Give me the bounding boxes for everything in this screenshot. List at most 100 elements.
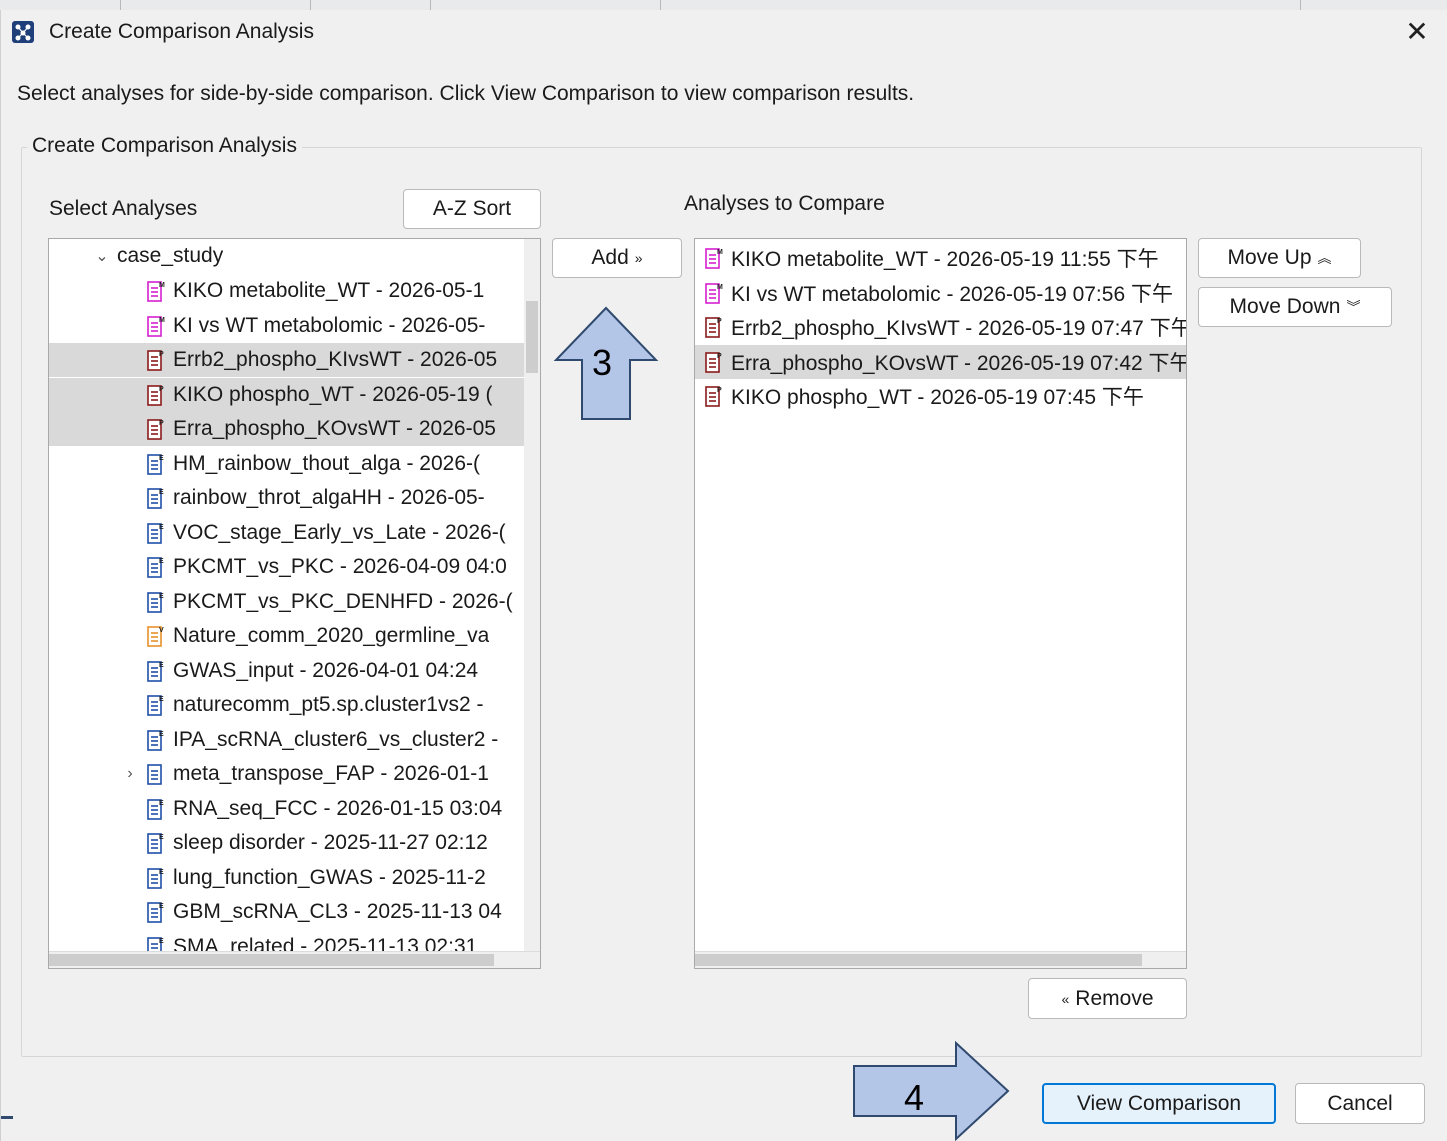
select-analyses-item[interactable]: M KI vs WT metabolomic - 2026-05- xyxy=(49,309,540,343)
chevron-right-icon[interactable]: › xyxy=(121,765,139,783)
tree-folder-case-study[interactable]: ⌄ case_study xyxy=(93,239,540,273)
select-analyses-item[interactable]: E IPA_scRNA_cluster6_vs_cluster2 - xyxy=(49,723,540,757)
select-analyses-item[interactable]: Esleep disorder - 2025-11-27 02:12 xyxy=(49,826,540,860)
left-list-vertical-scrollbar[interactable] xyxy=(524,239,540,953)
select-analyses-item[interactable]: Enaturecomm_pt5.sp.cluster1vs2 - xyxy=(49,688,540,722)
select-analyses-item[interactable]: E RNA_seq_FCC - 2026-01-15 03:04 xyxy=(49,792,540,826)
svg-text:P: P xyxy=(159,386,164,393)
compare-item[interactable]: P KIKO phospho_WT - 2026-05-19 07:45 下午 xyxy=(695,379,1186,413)
comparison-dialog: Create Comparison Analysis ✕ Select anal… xyxy=(0,10,1447,1141)
svg-text:M: M xyxy=(717,284,723,291)
chevron-down-icon[interactable]: ⌄ xyxy=(93,246,111,266)
compare-item[interactable]: M KIKO metabolite_WT - 2026-05-19 11:55 下… xyxy=(695,241,1186,275)
svg-text:M: M xyxy=(717,249,723,256)
select-analyses-item-label: PKCMT_vs_PKC - 2026-04-09 04:0 xyxy=(173,555,507,578)
svg-text:P: P xyxy=(717,387,722,394)
group-label: Create Comparison Analysis xyxy=(27,134,302,158)
compare-item[interactable]: M KI vs WT metabolomic - 2026-05-19 07:56… xyxy=(695,276,1186,310)
document-icon xyxy=(147,764,162,785)
right-list-horizontal-scrollbar[interactable] xyxy=(695,951,1186,968)
select-analyses-item-label: PKCMT_vs_PKC_DENHFD - 2026-( xyxy=(173,589,513,613)
select-analyses-item[interactable]: V Nature_comm_2020_germline_va xyxy=(49,619,540,653)
left-list-vertical-thumb[interactable] xyxy=(526,301,538,373)
close-icon[interactable]: ✕ xyxy=(1401,16,1433,48)
select-analyses-item[interactable]: E GWAS_input - 2026-04-01 04:24 xyxy=(49,654,540,688)
select-analyses-item[interactable]: E GBM_scRNA_CL3 - 2025-11-13 04 xyxy=(49,895,540,929)
svg-text:E: E xyxy=(159,489,164,496)
select-analyses-item-label: IPA_scRNA_cluster6_vs_cluster2 - xyxy=(173,727,499,751)
view-comparison-button[interactable]: View Comparison xyxy=(1042,1083,1276,1124)
svg-text:E: E xyxy=(159,938,164,945)
select-analyses-item[interactable]: Erainbow_throt_algaHH - 2026-05- xyxy=(49,481,540,515)
select-analyses-item[interactable]: M KIKO metabolite_WT - 2026-05-1 xyxy=(49,274,540,308)
double-chevron-left-icon: « xyxy=(1061,990,1070,1007)
title-bar: Create Comparison Analysis ✕ xyxy=(1,10,1447,54)
cancel-button[interactable]: Cancel xyxy=(1295,1083,1425,1124)
app-network-icon xyxy=(12,21,34,43)
select-analyses-list[interactable]: ⌄ case_study M KIKO metabolite_WT - 2026-… xyxy=(48,238,541,969)
select-analyses-item[interactable]: Elung_function_GWAS - 2025-11-2 xyxy=(49,861,540,895)
remove-button[interactable]: « Remove xyxy=(1028,978,1187,1019)
left-list-horizontal-thumb[interactable] xyxy=(49,954,494,966)
left-list-horizontal-scrollbar[interactable] xyxy=(49,951,540,968)
double-chevron-down-icon: ︾ xyxy=(1346,299,1361,315)
select-analyses-item-label: KIKO phospho_WT - 2026-05-19 ( xyxy=(173,382,493,406)
move-down-button[interactable]: Move Down ︾ xyxy=(1198,287,1392,327)
svg-text:P: P xyxy=(717,353,722,360)
svg-text:E: E xyxy=(159,524,164,531)
select-analyses-item-label: KIKO metabolite_WT - 2026-05-1 xyxy=(173,279,485,302)
select-analyses-item-label: meta_transpose_FAP - 2026-01-1 xyxy=(173,762,489,785)
step-3-label: 3 xyxy=(592,342,613,383)
select-analyses-item-label: Nature_comm_2020_germline_va xyxy=(173,624,490,647)
svg-text:E: E xyxy=(159,800,164,807)
expression-doc-icon: E xyxy=(147,591,164,613)
metabolomics-doc-icon: M xyxy=(147,281,165,302)
svg-text:P: P xyxy=(717,318,722,325)
expression-doc-icon: E xyxy=(147,488,164,509)
select-analyses-item-label: rainbow_throt_algaHH - 2026-05- xyxy=(173,486,485,509)
compare-item[interactable]: P Erra_phospho_KOvsWT - 2026-05-19 07:42 … xyxy=(695,344,1186,379)
select-analyses-item[interactable]: P Errb2_phospho_KIvsWT - 2026-05 xyxy=(49,343,540,377)
add-button[interactable]: Add » xyxy=(552,238,682,278)
step-4-right-arrow xyxy=(853,1041,1010,1141)
select-analyses-item-label: GWAS_input - 2026-04-01 04:24 xyxy=(173,658,479,682)
right-list-horizontal-thumb[interactable] xyxy=(695,954,1142,966)
slide-edge-line xyxy=(1,1116,13,1119)
expression-doc-icon: E xyxy=(147,867,164,889)
double-chevron-up-icon: ︽ xyxy=(1317,250,1332,266)
phospho-doc-icon: P xyxy=(705,386,722,407)
compare-item-label: Errb2_phospho_KIvsWT - 2026-05-19 07:47 … xyxy=(731,317,1186,340)
az-sort-button[interactable]: A-Z Sort xyxy=(403,189,541,229)
expression-doc-icon: E xyxy=(147,729,164,751)
compare-item-label: KIKO metabolite_WT - 2026-05-19 11:55 下午 xyxy=(731,248,1159,271)
svg-text:M: M xyxy=(159,317,165,324)
svg-text:E: E xyxy=(159,834,164,841)
select-analyses-item[interactable]: E PKCMT_vs_PKC - 2026-04-09 04:0 xyxy=(49,550,540,584)
select-analyses-item-label: Errb2_phospho_KIvsWT - 2026-05 xyxy=(173,348,498,371)
select-analyses-item-label: GBM_scRNA_CL3 - 2025-11-13 04 xyxy=(173,900,502,923)
svg-text:P: P xyxy=(159,420,164,427)
svg-text:E: E xyxy=(159,558,164,565)
select-analyses-item-label: Erra_phospho_KOvsWT - 2026-05 xyxy=(173,417,496,440)
select-analyses-item-label: RNA_seq_FCC - 2026-01-15 03:04 xyxy=(173,796,503,820)
select-analyses-item[interactable]: P Erra_phospho_KOvsWT - 2026-05 xyxy=(49,412,540,446)
phospho-doc-icon: P xyxy=(147,384,164,406)
expression-doc-icon: E xyxy=(147,902,164,923)
analyses-to-compare-list[interactable]: M KIKO metabolite_WT - 2026-05-19 11:55 下… xyxy=(694,238,1187,969)
compare-item[interactable]: P Errb2_phospho_KIvsWT - 2026-05-19 07:47… xyxy=(695,310,1186,344)
select-analyses-item[interactable]: E HM_rainbow_thout_alga - 2026-( xyxy=(49,447,540,481)
variant-doc-icon: V xyxy=(147,626,164,647)
step-4-label: 4 xyxy=(904,1077,925,1118)
select-analyses-item-label: KI vs WT metabolomic - 2026-05- xyxy=(173,313,486,337)
dialog-title: Create Comparison Analysis xyxy=(49,20,314,43)
expression-doc-icon: E xyxy=(147,557,164,578)
compare-item-label: Erra_phospho_KOvsWT - 2026-05-19 07:42 下… xyxy=(731,351,1186,375)
select-analyses-item[interactable]: › meta_transpose_FAP - 2026-01-1 xyxy=(49,757,540,791)
select-analyses-item[interactable]: E PKCMT_vs_PKC_DENHFD - 2026-( xyxy=(49,585,540,619)
select-analyses-item[interactable]: P KIKO phospho_WT - 2026-05-19 ( xyxy=(49,377,540,412)
svg-text:E: E xyxy=(159,903,164,910)
analyses-to-compare-label: Analyses to Compare xyxy=(684,192,885,215)
move-up-button[interactable]: Move Up ︽ xyxy=(1198,238,1361,278)
svg-text:P: P xyxy=(159,351,164,358)
select-analyses-item[interactable]: E VOC_stage_Early_vs_Late - 2026-( xyxy=(49,516,540,550)
